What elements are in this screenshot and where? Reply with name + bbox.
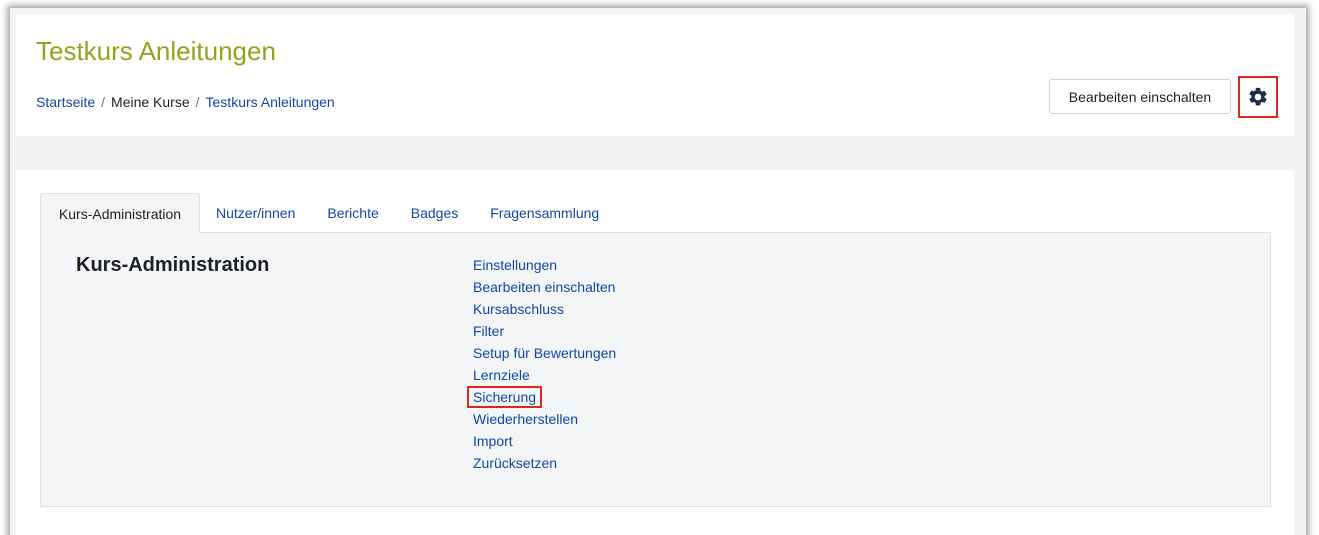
link-sicherung[interactable]: Sicherung (467, 386, 543, 408)
gear-icon (1249, 87, 1267, 106)
list-item: Zurücksetzen (473, 452, 616, 474)
tab-badges[interactable]: Badges (395, 193, 474, 233)
list-item: Lernziele (473, 364, 616, 386)
settings-menu-button[interactable] (1238, 76, 1278, 118)
tab-bar: Kurs-Administration Nutzer/innen Bericht… (40, 193, 615, 233)
list-item: Kursabschluss (473, 298, 616, 320)
link-import[interactable]: Import (473, 433, 513, 449)
list-item: Sicherung (467, 386, 616, 408)
tab-kurs-administration[interactable]: Kurs-Administration (40, 193, 200, 233)
list-item: Import (473, 430, 616, 452)
link-einstellungen[interactable]: Einstellungen (473, 257, 557, 273)
list-item: Bearbeiten einschalten (473, 276, 616, 298)
link-kursabschluss[interactable]: Kursabschluss (473, 301, 564, 317)
course-admin-card: Kurs-Administration Nutzer/innen Bericht… (16, 170, 1294, 535)
tab-panel: Kurs-Administration Einstellungen Bearbe… (40, 232, 1271, 507)
link-wiederherstellen[interactable]: Wiederherstellen (473, 411, 578, 427)
tab-fragensammlung[interactable]: Fragensammlung (474, 193, 615, 233)
tab-berichte[interactable]: Berichte (311, 193, 394, 233)
breadcrumb-separator: / (195, 94, 200, 110)
link-bearbeiten-einschalten[interactable]: Bearbeiten einschalten (473, 279, 615, 295)
breadcrumb-my-courses: Meine Kurse (111, 94, 190, 110)
list-item: Filter (473, 320, 616, 342)
list-item: Setup für Bewertungen (473, 342, 616, 364)
page-header: Testkurs Anleitungen Startseite / Meine … (16, 14, 1294, 136)
panel-title: Kurs-Administration (76, 254, 270, 276)
link-setup-bewertungen[interactable]: Setup für Bewertungen (473, 345, 616, 361)
admin-link-list: Einstellungen Bearbeiten einschalten Kur… (467, 254, 616, 474)
list-item: Einstellungen (473, 254, 616, 276)
breadcrumb: Startseite / Meine Kurse / Testkurs Anle… (36, 94, 335, 110)
list-item: Wiederherstellen (473, 408, 616, 430)
link-filter[interactable]: Filter (473, 323, 504, 339)
link-lernziele[interactable]: Lernziele (473, 367, 530, 383)
page-frame: Testkurs Anleitungen Startseite / Meine … (10, 8, 1306, 535)
breadcrumb-separator: / (101, 94, 106, 110)
breadcrumb-course[interactable]: Testkurs Anleitungen (206, 94, 335, 110)
edit-mode-button[interactable]: Bearbeiten einschalten (1049, 79, 1231, 114)
breadcrumb-home[interactable]: Startseite (36, 94, 95, 110)
page-title: Testkurs Anleitungen (36, 36, 276, 66)
tab-nutzer-innen[interactable]: Nutzer/innen (200, 193, 311, 233)
link-zuruecksetzen[interactable]: Zurücksetzen (473, 455, 557, 471)
